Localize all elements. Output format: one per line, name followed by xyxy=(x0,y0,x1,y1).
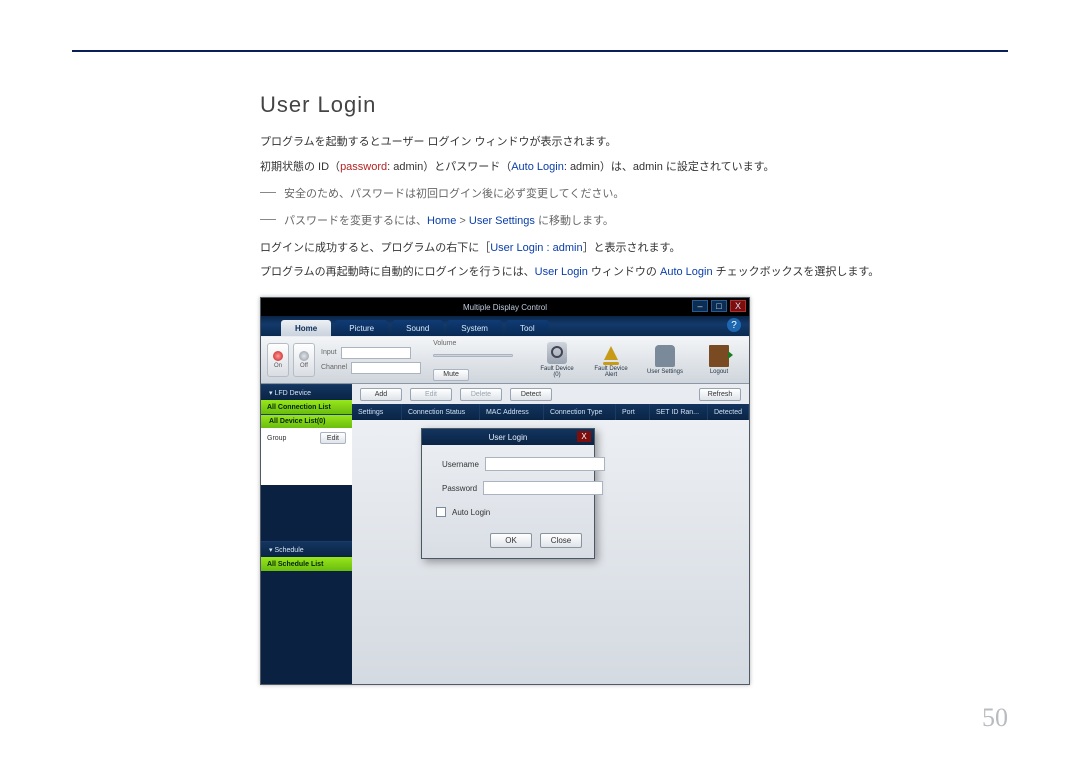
volume-slider[interactable] xyxy=(433,350,513,362)
magnifier-icon xyxy=(547,342,567,364)
keyword-password: password xyxy=(340,161,387,173)
refresh-button[interactable]: Refresh xyxy=(699,388,741,401)
col-conn-status[interactable]: Connection Status xyxy=(402,404,480,420)
keyword-auto-login: Auto Login xyxy=(660,266,713,278)
dash-icon xyxy=(260,192,276,193)
col-mac[interactable]: MAC Address xyxy=(480,404,544,420)
note-line: パスワードを変更するには、Home > User Settings に移動します… xyxy=(260,211,1030,232)
username-label: Username xyxy=(442,460,479,469)
sidebar-group-row: Group Edit xyxy=(261,428,352,448)
bell-icon xyxy=(601,342,621,364)
add-button[interactable]: Add xyxy=(360,388,402,401)
tab-tool[interactable]: Tool xyxy=(506,320,549,336)
keyword-user-settings: User Settings xyxy=(469,215,535,227)
top-rule xyxy=(72,50,1008,52)
window-minimize-button[interactable]: – xyxy=(692,300,708,312)
fault-alert-button[interactable]: Fault Device Alert xyxy=(587,342,635,379)
password-input[interactable] xyxy=(483,481,603,495)
dialog-close-button[interactable]: X xyxy=(577,431,591,442)
dash-icon xyxy=(260,219,276,220)
channel-select[interactable] xyxy=(351,362,421,374)
toolbar: On Off Input Channel Volume Mute Fault D… xyxy=(261,336,749,384)
col-detected[interactable]: Detected xyxy=(708,404,749,420)
col-conn-type[interactable]: Connection Type xyxy=(544,404,616,420)
table-header: Settings Connection Status MAC Address C… xyxy=(352,404,749,420)
menubar: Home Picture Sound System Tool ? xyxy=(261,316,749,336)
username-input[interactable] xyxy=(485,457,605,471)
page-number: 50 xyxy=(982,703,1008,733)
edit-button[interactable]: Edit xyxy=(410,388,452,401)
app-title: Multiple Display Control xyxy=(463,303,547,312)
tab-home[interactable]: Home xyxy=(281,320,331,336)
keyword-auto-login: Auto Login xyxy=(511,161,564,173)
sidebar-group-edit-button[interactable]: Edit xyxy=(320,432,346,444)
input-select[interactable] xyxy=(341,347,411,359)
sidebar-section-lfd[interactable]: ▾ LFD Device xyxy=(261,384,352,400)
paragraph: ログインに成功すると、プログラムの右下に［User Login : admin］… xyxy=(260,238,1030,259)
app-screenshot: Multiple Display Control – □ X Home Pict… xyxy=(260,297,750,685)
user-settings-button[interactable]: User Settings xyxy=(641,345,689,376)
dialog-ok-button[interactable]: OK xyxy=(490,533,532,548)
mute-button[interactable]: Mute xyxy=(433,369,469,381)
col-port[interactable]: Port xyxy=(616,404,650,420)
sidebar-all-device[interactable]: All Device List(0) xyxy=(261,414,352,428)
section-title: User Login xyxy=(260,92,1030,118)
paragraph: 初期状態の ID（password: admin）とパスワード（Auto Log… xyxy=(260,157,1030,178)
channel-label: Channel xyxy=(321,364,347,371)
note-line: 安全のため、パスワードは初回ログイン後に必ず変更してください。 xyxy=(260,184,1030,205)
logout-icon xyxy=(709,345,729,367)
app-titlebar: Multiple Display Control – □ X xyxy=(261,298,749,316)
fault-device-button[interactable]: Fault Device (0) xyxy=(533,342,581,379)
keyword-home: Home xyxy=(427,215,456,227)
tab-sound[interactable]: Sound xyxy=(392,320,443,336)
keyword-user-login: User Login xyxy=(535,266,588,278)
window-close-button[interactable]: X xyxy=(730,300,746,312)
tab-system[interactable]: System xyxy=(447,320,502,336)
input-label: Input xyxy=(321,349,337,356)
keyword-user-login-admin: User Login : admin xyxy=(490,242,582,254)
user-login-dialog: User Login X Username Password xyxy=(421,428,595,559)
dialog-close-text-button[interactable]: Close xyxy=(540,533,582,548)
auto-login-label: Auto Login xyxy=(452,508,490,517)
detect-button[interactable]: Detect xyxy=(510,388,552,401)
dialog-title: User Login X xyxy=(422,429,594,445)
tab-picture[interactable]: Picture xyxy=(335,320,388,336)
delete-button[interactable]: Delete xyxy=(460,388,502,401)
password-label: Password xyxy=(442,484,477,493)
sidebar-group-label: Group xyxy=(267,435,286,442)
auto-login-checkbox[interactable] xyxy=(436,507,446,517)
volume-label: Volume xyxy=(433,340,456,347)
sidebar-section-schedule[interactable]: ▾ Schedule xyxy=(261,541,352,557)
logout-button[interactable]: Logout xyxy=(695,345,743,376)
window-maximize-button[interactable]: □ xyxy=(711,300,727,312)
paragraph: プログラムを起動するとユーザー ログイン ウィンドウが表示されます。 xyxy=(260,132,1030,153)
power-off-button[interactable]: Off xyxy=(293,343,315,377)
sidebar: ▾ LFD Device All Connection List All Dev… xyxy=(261,384,352,684)
help-icon[interactable]: ? xyxy=(727,318,741,332)
user-icon xyxy=(655,345,675,367)
power-on-button[interactable]: On xyxy=(267,343,289,377)
sidebar-all-schedule[interactable]: All Schedule List xyxy=(261,557,352,571)
sidebar-all-connection[interactable]: All Connection List xyxy=(261,400,352,414)
paragraph: プログラムの再起動時に自動的にログインを行うには、User Login ウィンド… xyxy=(260,262,1030,283)
col-settings[interactable]: Settings xyxy=(352,404,402,420)
col-setid[interactable]: SET ID Ran... xyxy=(650,404,708,420)
